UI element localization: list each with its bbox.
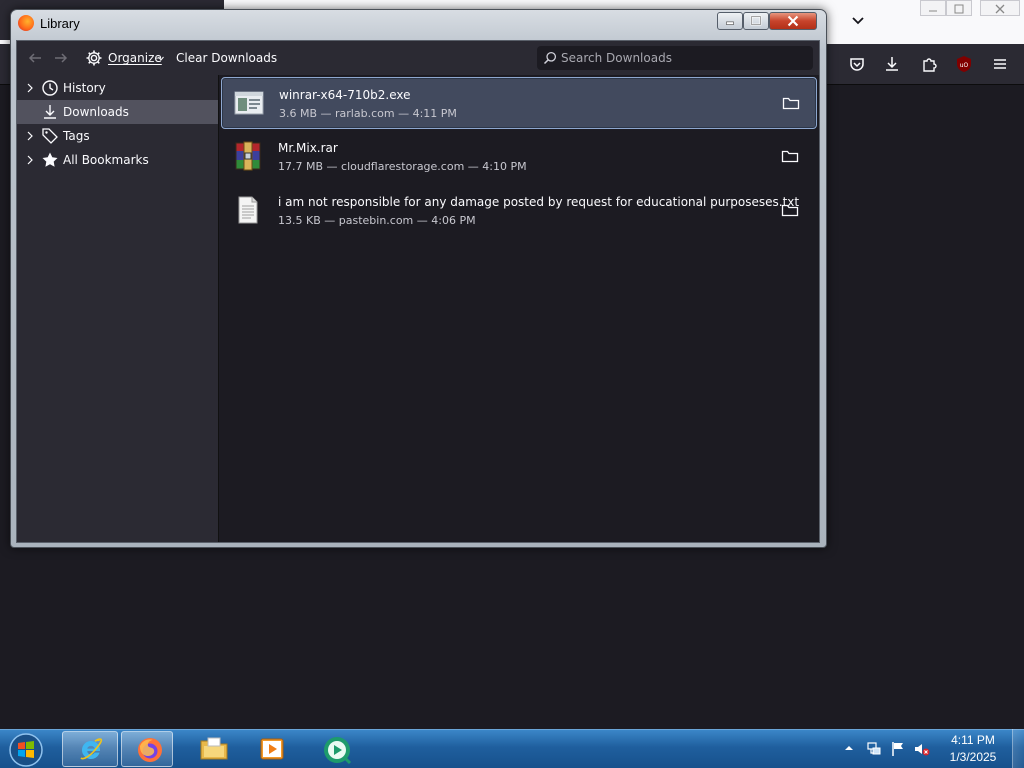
firefox-restore-button[interactable] (946, 0, 972, 16)
taskbar-firefox[interactable] (121, 731, 173, 767)
download-meta: 13.5 KB — pastebin.com — 4:06 PM (278, 214, 476, 227)
clock-time[interactable]: 4:11 PM (947, 733, 999, 747)
media-player-icon (260, 738, 284, 760)
arrow-right-icon[interactable] (52, 49, 70, 67)
arrow-left-icon[interactable] (26, 49, 44, 67)
list-all-tabs-icon[interactable] (850, 12, 866, 28)
taskbar-file-explorer[interactable] (185, 731, 241, 767)
file-explorer-icon (200, 737, 228, 760)
chevron-right-icon[interactable] (26, 83, 34, 93)
clock-date[interactable]: 1/3/2025 (947, 750, 999, 764)
sidebar-item-label: History (63, 81, 106, 95)
close-button[interactable] (769, 12, 817, 30)
open-folder-icon[interactable] (782, 95, 800, 111)
taskbar-media-player[interactable] (244, 731, 300, 767)
sidebar-item-history[interactable]: History (17, 76, 218, 100)
sidebar-item-label: Downloads (63, 105, 129, 119)
download-icon (44, 105, 56, 119)
download-meta: 3.6 MB — rarlab.com — 4:11 PM (279, 107, 457, 120)
download-filename: i am not responsible for any damage post… (278, 195, 800, 209)
maximize-button[interactable] (743, 12, 769, 30)
rar-archive-icon (235, 141, 261, 171)
taskbar-internet-explorer[interactable] (62, 731, 118, 767)
taskbar-streaming-app[interactable] (308, 731, 364, 767)
chevron-down-icon (158, 56, 164, 61)
organize-menu[interactable]: Organize (108, 51, 162, 65)
firefox-minimize-button[interactable] (920, 0, 946, 16)
action-center-flag-icon[interactable] (890, 741, 906, 757)
minimize-button[interactable] (717, 12, 743, 30)
search-box[interactable] (537, 46, 813, 70)
download-filename: Mr.Mix.rar (278, 141, 338, 155)
search-input[interactable] (561, 46, 807, 70)
sidebar-item-all-bookmarks[interactable]: All Bookmarks (17, 148, 218, 172)
start-button[interactable] (7, 732, 45, 768)
firefox-icon (138, 738, 162, 762)
downloads-list: winrar-x64-710b2.exe 3.6 MB — rarlab.com… (219, 75, 819, 542)
download-item[interactable]: winrar-x64-710b2.exe 3.6 MB — rarlab.com… (221, 77, 817, 129)
open-folder-icon[interactable] (781, 148, 799, 164)
download-filename: winrar-x64-710b2.exe (279, 88, 411, 102)
download-item[interactable]: Mr.Mix.rar 17.7 MB — cloudflarestorage.c… (221, 131, 817, 183)
clock-icon (42, 80, 58, 96)
svg-text:uO: uO (960, 62, 969, 69)
sidebar-item-label: Tags (63, 129, 90, 143)
firefox-logo-icon (18, 15, 34, 31)
library-toolbar: Organize Clear Downloads (17, 41, 819, 75)
firefox-window-buttons (918, 0, 1024, 18)
sidebar-item-tags[interactable]: Tags (17, 124, 218, 148)
network-icon[interactable] (866, 741, 882, 757)
download-meta: 17.7 MB — cloudflarestorage.com — 4:10 P… (278, 160, 527, 173)
sidebar-item-downloads[interactable]: Downloads (17, 100, 218, 124)
tag-icon (42, 128, 58, 144)
star-icon (42, 152, 58, 167)
firefox-close-button[interactable] (980, 0, 1020, 16)
show-desktop-button[interactable] (1012, 729, 1024, 768)
library-client-area: Organize Clear Downloads History Downloa… (16, 40, 820, 543)
open-folder-icon[interactable] (781, 202, 799, 218)
chevron-right-icon[interactable] (26, 131, 34, 141)
extensions-icon[interactable] (920, 55, 938, 73)
text-file-icon (238, 196, 258, 224)
pocket-icon[interactable] (848, 55, 866, 73)
window-title: Library (40, 16, 80, 31)
exe-icon (234, 91, 264, 115)
hamburger-menu-icon[interactable] (991, 55, 1009, 73)
downloads-toolbar-icon[interactable] (883, 55, 901, 73)
library-sidebar: History Downloads Tags All Bookmarks (17, 75, 219, 542)
taskbar (0, 729, 1024, 768)
volume-muted-icon[interactable] (914, 741, 930, 757)
clear-downloads-button[interactable]: Clear Downloads (176, 51, 277, 65)
show-hidden-icons-icon[interactable] (843, 742, 855, 754)
download-item[interactable]: i am not responsible for any damage post… (221, 185, 817, 237)
sidebar-item-label: All Bookmarks (63, 153, 149, 167)
streaming-app-icon (324, 737, 352, 765)
gear-icon[interactable] (85, 49, 103, 67)
chevron-right-icon[interactable] (26, 155, 34, 165)
search-icon (543, 51, 557, 65)
ublock-origin-icon[interactable]: uO (955, 55, 973, 73)
internet-explorer-icon (80, 738, 103, 760)
